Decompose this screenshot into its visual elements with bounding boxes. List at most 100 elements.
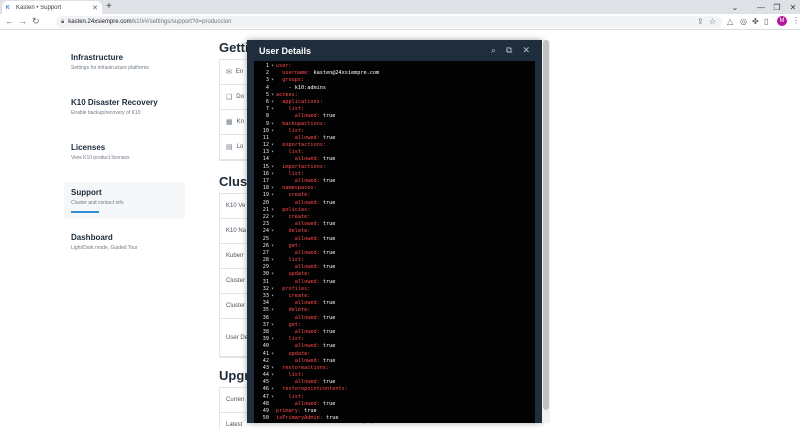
yaml-key: allowed: xyxy=(276,199,320,206)
sidebar-item-subtitle: Cluster and contact info xyxy=(71,200,124,206)
code-line: 27 allowed: true xyxy=(254,250,535,257)
fold-toggle-icon[interactable]: ▾ xyxy=(269,372,276,379)
yaml-value: true xyxy=(319,379,336,386)
line-number: 45 xyxy=(262,379,269,386)
sidebar-item-subtitle: Light/Dark mode, Guided Tour xyxy=(71,245,138,251)
url-path: /k10/#/settings/support?d=produccion xyxy=(131,19,232,25)
code-line: 9 ▾ backupactions: xyxy=(254,121,535,128)
yaml-key: allowed: xyxy=(276,235,320,242)
sidebar-item-disaster-recovery[interactable]: K10 Disaster Recovery Enable backup/reco… xyxy=(64,92,185,129)
line-number: 29 xyxy=(262,264,269,271)
fold-toggle-icon[interactable]: ▾ xyxy=(269,149,276,156)
yaml-key: create: xyxy=(276,192,311,199)
reload-icon[interactable]: ↻ xyxy=(32,16,40,27)
yaml-key: allowed: xyxy=(276,400,320,407)
code-line: 48 allowed: true xyxy=(254,401,535,408)
yaml-key: allowed: xyxy=(276,264,320,271)
fold-toggle-icon[interactable]: ▾ xyxy=(269,322,276,329)
copy-icon[interactable]: ⧉ xyxy=(506,45,512,56)
lock-icon[interactable]: 🔒︎ xyxy=(61,19,64,26)
fold-toggle-icon[interactable]: ▾ xyxy=(269,128,276,135)
line-number: 15 xyxy=(262,163,269,170)
code-line: 38 allowed: true xyxy=(254,329,535,336)
fold-toggle-icon[interactable]: ▾ xyxy=(269,121,276,128)
share-icon[interactable]: ⇪ xyxy=(697,16,704,27)
line-number: 40 xyxy=(262,343,269,350)
fold-toggle-icon[interactable]: ▾ xyxy=(269,394,276,401)
line-number: 43 xyxy=(262,364,269,371)
code-line: 46 ▾ restorepointcontents: xyxy=(254,386,535,393)
sidebar-item-infrastructure[interactable]: Infrastructure Settings for infrastructu… xyxy=(64,47,185,84)
fold-toggle-icon[interactable]: ▾ xyxy=(269,77,276,84)
code-line: 31 allowed: true xyxy=(254,279,535,286)
fold-toggle-icon[interactable]: ▾ xyxy=(269,171,276,178)
line-number: 12 xyxy=(262,142,269,149)
fold-toggle-icon[interactable]: ▾ xyxy=(269,351,276,358)
yaml-editor[interactable]: 1 ▾ user: 2 username: kasten@24xsiempre.com… xyxy=(254,61,535,423)
line-number: 14 xyxy=(262,156,269,163)
fold-toggle-icon[interactable]: ▾ xyxy=(269,365,276,372)
yaml-value: true xyxy=(319,221,336,228)
code-line: 29 allowed: true xyxy=(254,264,535,271)
yaml-key: list: xyxy=(276,106,305,113)
code-line: 44 ▾ list: xyxy=(254,372,535,379)
fold-toggle-icon[interactable]: ▾ xyxy=(269,106,276,113)
upgrade-title: Upgr xyxy=(219,368,250,383)
code-line: 49 primary: true xyxy=(254,408,535,415)
extension-icon[interactable]: ◎ xyxy=(740,16,747,27)
extension-drive-icon[interactable]: △ xyxy=(727,16,733,27)
code-line: 28 ▾ list: xyxy=(254,257,535,264)
fold-toggle-icon[interactable]: ▾ xyxy=(269,207,276,214)
fold-toggle-icon[interactable]: ▾ xyxy=(269,164,276,171)
tab-close-icon[interactable]: ✕ xyxy=(92,4,98,12)
fold-toggle-icon xyxy=(269,200,276,207)
puzzle-icon[interactable]: ✤ xyxy=(752,16,759,27)
yaml-value: true xyxy=(319,134,336,141)
fold-toggle-icon[interactable]: ▾ xyxy=(269,192,276,199)
sidebar-item-licenses[interactable]: Licenses View K10 product licenses xyxy=(64,137,185,174)
fold-toggle-icon[interactable]: ▾ xyxy=(269,185,276,192)
line-number: 25 xyxy=(262,235,269,242)
page-scrollbar[interactable] xyxy=(542,40,550,423)
fold-toggle-icon[interactable]: ▾ xyxy=(269,243,276,250)
code-line: 14 allowed: true xyxy=(254,156,535,163)
fold-toggle-icon[interactable]: ▾ xyxy=(269,257,276,264)
fold-toggle-icon[interactable]: ▾ xyxy=(269,307,276,314)
line-number: 30 xyxy=(262,271,269,278)
profile-avatar[interactable]: M xyxy=(777,16,787,26)
search-icon[interactable]: ⌕ xyxy=(491,45,496,56)
yaml-key: allowed: xyxy=(276,379,320,386)
browser-tab[interactable]: K Kasten • Support ✕ xyxy=(2,1,102,14)
tab-search-icon[interactable]: ⌄ xyxy=(722,0,748,14)
fold-toggle-icon[interactable]: ▾ xyxy=(269,142,276,149)
fold-toggle-icon[interactable]: ▾ xyxy=(269,228,276,235)
fold-toggle-icon[interactable]: ▾ xyxy=(269,293,276,300)
fold-toggle-icon[interactable]: ▾ xyxy=(269,99,276,106)
code-line: 25 allowed: true xyxy=(254,236,535,243)
browser-menu-icon[interactable]: ⋮ xyxy=(792,16,800,26)
sidebar-item-dashboard[interactable]: Dashboard Light/Dark mode, Guided Tour xyxy=(64,227,185,264)
fold-toggle-icon[interactable]: ▾ xyxy=(269,286,276,293)
new-tab-icon[interactable]: + xyxy=(106,1,112,13)
back-icon[interactable]: ← xyxy=(5,16,14,27)
fold-toggle-icon[interactable]: ▾ xyxy=(269,214,276,221)
fold-toggle-icon[interactable]: ▾ xyxy=(269,92,276,99)
bookmark-star-icon[interactable]: ☆ xyxy=(709,16,716,27)
code-line: 16 ▾ list: xyxy=(254,171,535,178)
sidepanel-icon[interactable]: ▯ xyxy=(764,16,768,27)
address-bar[interactable]: 🔒︎ kasten.24xsiempre.com /k10/#/settings… xyxy=(56,16,722,28)
fold-toggle-icon[interactable]: ▾ xyxy=(269,386,276,393)
close-icon[interactable]: ✕ xyxy=(522,45,530,56)
active-indicator xyxy=(71,211,99,213)
yaml-key: primary: xyxy=(276,408,301,414)
sidebar-item-support[interactable]: Support Cluster and contact info xyxy=(64,182,185,219)
close-window-icon[interactable]: ✕ xyxy=(780,0,800,14)
code-line: 34 allowed: true xyxy=(254,300,535,307)
fold-toggle-icon[interactable]: ▾ xyxy=(269,63,276,70)
fold-toggle-icon[interactable]: ▾ xyxy=(269,336,276,343)
scrollbar-thumb[interactable] xyxy=(543,40,549,410)
fold-toggle-icon[interactable]: ▾ xyxy=(269,271,276,278)
forward-icon[interactable]: → xyxy=(18,16,27,27)
yaml-key: delete: xyxy=(276,307,311,314)
code-line: 22 ▾ create: xyxy=(254,214,535,221)
